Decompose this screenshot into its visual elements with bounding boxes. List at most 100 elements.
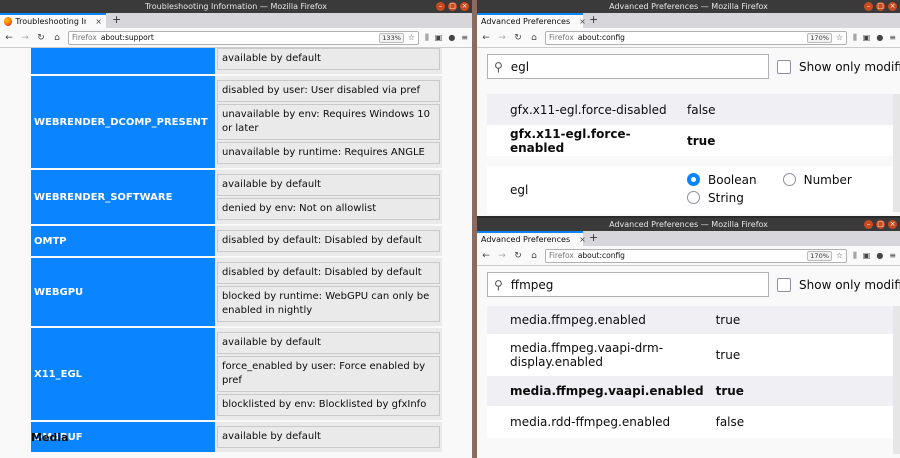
pref-row[interactable]: gfx.x11-egl.force-disabled false — [487, 94, 895, 125]
forward-icon[interactable]: → — [20, 33, 30, 43]
support-content: available by default WEBRENDER_DCOMP_PRES… — [0, 48, 472, 458]
feature-row: WEBRENDER_SOFTWARE available by default de… — [31, 170, 442, 224]
library-icon[interactable]: ⫼ — [425, 33, 429, 43]
account-icon[interactable]: ● — [876, 251, 883, 261]
pref-row[interactable]: media.ffmpeg.vaapi.enabled true — [487, 376, 895, 406]
library-icon[interactable]: ⫼ — [853, 251, 857, 261]
new-pref-row: egl Boolean Number String — [487, 166, 895, 214]
zoom-indicator[interactable]: 133% — [379, 32, 404, 43]
show-only-modified-checkbox[interactable] — [777, 59, 791, 74]
maximize-icon[interactable]: □ — [448, 2, 457, 11]
new-tab-button[interactable]: + — [106, 13, 127, 28]
radio-string[interactable]: String — [687, 191, 744, 205]
bookmark-star-icon[interactable]: ☆ — [408, 33, 415, 42]
scrollbar[interactable] — [893, 94, 900, 212]
preferences-table: gfx.x11-egl.force-disabled false gfx.x11… — [487, 94, 895, 214]
close-tab-icon[interactable]: × — [95, 17, 102, 26]
pref-row[interactable]: media.ffmpeg.enabled true — [487, 306, 895, 334]
sidebar-icon[interactable]: ▣ — [435, 33, 443, 43]
account-icon[interactable]: ● — [876, 33, 883, 43]
pref-row[interactable]: media.rdd-ffmpeg.enabled false — [487, 406, 895, 438]
search-icon: ⚲ — [494, 277, 503, 292]
reload-icon[interactable]: ↻ — [36, 33, 46, 43]
show-only-modified-label: Show only modifi — [799, 59, 900, 74]
feature-status-list: available by default denied by env: Not o… — [215, 170, 442, 224]
account-icon[interactable]: ● — [448, 33, 455, 43]
maximize-icon[interactable]: □ — [876, 2, 885, 11]
zoom-indicator[interactable]: 170% — [807, 32, 832, 43]
type-radio-group: Boolean Number String — [687, 166, 895, 214]
feature-status: blocked by runtime: WebGPU can only be e… — [217, 286, 440, 322]
nav-bar: ← → ↻ ⌂ Firefox about:config 170% ☆ ⫼ ▣ … — [477, 28, 900, 48]
home-icon[interactable]: ⌂ — [529, 251, 539, 261]
search-value: egl — [510, 59, 530, 74]
search-row: ⚲ ffmpeg Show only modifi — [487, 272, 900, 297]
radio-boolean[interactable]: Boolean — [687, 173, 757, 187]
pref-value: true — [715, 376, 895, 406]
window-title: Advanced Preferences — Mozilla Firefox — [609, 2, 768, 11]
menu-icon[interactable]: ≡ — [889, 33, 896, 43]
zoom-indicator[interactable]: 170% — [807, 250, 832, 261]
pref-row[interactable]: gfx.x11-egl.force-enabled true — [487, 125, 895, 156]
feature-name: WEBRENDER_SOFTWARE — [31, 170, 215, 224]
sidebar-icon[interactable]: ▣ — [863, 33, 871, 43]
tab-label: Advanced Preferences — [481, 235, 571, 244]
window-titlebar: Troubleshooting Information — Mozilla Fi… — [0, 0, 472, 13]
sidebar-icon[interactable]: ▣ — [863, 251, 871, 261]
url-bar[interactable]: Firefox about:support 133% ☆ — [68, 30, 420, 45]
close-icon[interactable]: × — [888, 2, 897, 11]
new-tab-button[interactable]: + — [583, 231, 604, 246]
radio-unselected-icon — [782, 173, 796, 187]
tab-advanced-preferences[interactable]: Advanced Preferences × — [477, 13, 586, 28]
back-icon[interactable]: ← — [4, 33, 14, 43]
radio-number[interactable]: Number — [782, 172, 852, 187]
config-content: ⚲ egl Show only modifi gfx.x11-egl.force… — [477, 48, 900, 216]
feature-status-list: available by default force_enabled by use… — [215, 328, 442, 420]
tab-troubleshooting[interactable]: Troubleshooting Info × — [0, 13, 106, 28]
close-icon[interactable]: × — [888, 220, 897, 229]
library-icon[interactable]: ⫼ — [853, 33, 857, 43]
reload-icon[interactable]: ↻ — [513, 33, 523, 43]
menu-icon[interactable]: ≡ — [461, 33, 468, 43]
scrollbar[interactable] — [893, 306, 900, 454]
show-only-modified-checkbox[interactable] — [777, 277, 791, 292]
home-icon[interactable]: ⌂ — [52, 33, 62, 43]
feature-status: unavailable by env: Requires Windows 10 … — [217, 104, 440, 140]
tab-strip: Advanced Preferences × + — [477, 231, 900, 246]
new-tab-button[interactable]: + — [583, 13, 604, 28]
maximize-icon[interactable]: □ — [876, 220, 885, 229]
url-text[interactable]: about:config — [578, 251, 803, 260]
bookmark-star-icon[interactable]: ☆ — [836, 33, 843, 42]
reload-icon[interactable]: ↻ — [513, 251, 523, 261]
tab-strip: Advanced Preferences × + — [477, 13, 900, 28]
feature-status-list: available by default — [215, 422, 442, 452]
pref-row[interactable]: media.ffmpeg.vaapi-drm-display.enabled t… — [487, 334, 895, 376]
forward-icon[interactable]: → — [497, 251, 507, 261]
search-input[interactable]: ⚲ egl — [487, 54, 769, 79]
url-text[interactable]: about:config — [578, 33, 803, 42]
minimize-icon[interactable]: – — [436, 2, 445, 11]
tab-advanced-preferences[interactable]: Advanced Preferences × — [477, 231, 586, 246]
url-text[interactable]: about:support — [101, 33, 375, 42]
pref-name: media.rdd-ffmpeg.enabled — [487, 406, 716, 438]
bookmark-star-icon[interactable]: ☆ — [836, 251, 843, 260]
config-window-ffmpeg: Advanced Preferences — Mozilla Firefox –… — [477, 218, 900, 458]
back-icon[interactable]: ← — [481, 251, 491, 261]
forward-icon[interactable]: → — [497, 33, 507, 43]
close-icon[interactable]: × — [460, 2, 469, 11]
radio-label: Boolean — [708, 172, 757, 187]
minimize-icon[interactable]: – — [864, 220, 873, 229]
feature-row: DMABUF available by default — [31, 422, 442, 452]
url-bar[interactable]: Firefox about:config 170% ☆ — [545, 248, 848, 263]
minimize-icon[interactable]: – — [864, 2, 873, 11]
menu-icon[interactable]: ≡ — [889, 251, 896, 261]
config-window-egl: Advanced Preferences — Mozilla Firefox –… — [477, 0, 900, 216]
home-icon[interactable]: ⌂ — [529, 33, 539, 43]
tab-strip: Troubleshooting Info × + — [0, 13, 472, 28]
radio-label: Number — [803, 172, 852, 187]
pref-value: true — [687, 125, 895, 156]
search-input[interactable]: ⚲ ffmpeg — [487, 272, 769, 297]
url-bar[interactable]: Firefox about:config 170% ☆ — [545, 30, 848, 45]
back-icon[interactable]: ← — [481, 33, 491, 43]
feature-name: OMTP — [31, 226, 215, 256]
